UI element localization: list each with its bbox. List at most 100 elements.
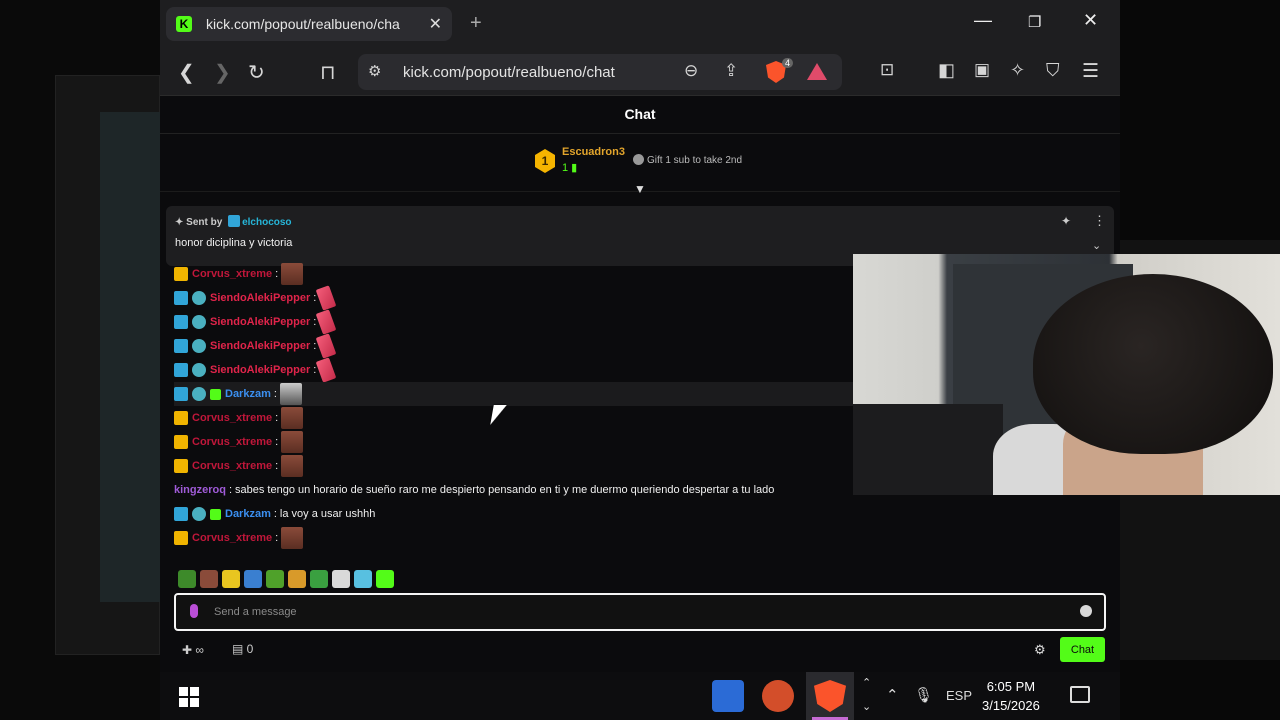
zoom-icon[interactable]: ⊖ (684, 61, 698, 81)
quick-emote-icon[interactable] (310, 570, 328, 588)
mod-badge-icon[interactable] (174, 291, 188, 305)
crown-badge-icon[interactable] (174, 531, 188, 545)
store-indicator[interactable]: ▤ 0 (232, 642, 253, 656)
crown-badge-icon[interactable] (174, 435, 188, 449)
restore-button[interactable]: ❐ (1028, 13, 1041, 31)
reload-icon[interactable]: ↻ (248, 60, 265, 85)
share-icon[interactable]: ⇪ (724, 61, 738, 81)
sub-badge-icon[interactable] (192, 507, 206, 521)
chat-username[interactable]: Corvus_xtreme (192, 436, 272, 448)
site-settings-icon[interactable]: ⚙ (368, 62, 381, 80)
chat-settings-icon[interactable]: ⚙ (1034, 642, 1046, 658)
quick-emote-icon[interactable] (354, 570, 372, 588)
viewers-indicator[interactable]: ✚ ∞ (182, 643, 204, 657)
chat-username[interactable]: SiendoAlekiPepper (210, 340, 310, 352)
back-icon[interactable]: ❮ (178, 60, 195, 85)
message-input[interactable] (214, 602, 1034, 622)
sub-badge-icon[interactable] (192, 291, 206, 305)
expand-pinned-icon[interactable]: ⌄ (1092, 239, 1101, 252)
address-bar[interactable]: ⚙ kick.com/popout/realbueno/chat ⊖ ⇪ 4 (358, 54, 842, 90)
chat-username[interactable]: SiendoAlekiPepper (210, 364, 310, 376)
new-tab-button[interactable]: + (470, 12, 482, 35)
quick-emote-icon[interactable] (288, 570, 306, 588)
chat-message: Corvus_xtreme: (174, 262, 864, 286)
fish-emote-icon[interactable] (315, 309, 337, 335)
dog-emote-icon[interactable] (279, 383, 302, 405)
fish-emote-icon[interactable] (315, 285, 337, 311)
face-emote-icon[interactable] (281, 407, 304, 429)
word-app-icon[interactable] (712, 680, 744, 712)
quick-emote-icon[interactable] (200, 570, 218, 588)
crown-badge-icon[interactable] (174, 459, 188, 473)
face-emote-icon[interactable] (281, 431, 304, 453)
quick-emote-icon[interactable] (222, 570, 240, 588)
fish-emote-icon[interactable] (315, 357, 337, 383)
tab-active[interactable]: K kick.com/popout/realbueno/cha ✕ (166, 7, 452, 41)
chat-username[interactable]: Corvus_xtreme (192, 268, 272, 280)
more-options-icon[interactable]: ⋮ (1093, 213, 1106, 229)
menu-icon[interactable]: ☰ (1082, 60, 1099, 83)
powerpoint-app-icon[interactable] (762, 680, 794, 712)
chat-username[interactable]: Corvus_xtreme (192, 532, 272, 544)
chat-username[interactable]: Corvus_xtreme (192, 412, 272, 424)
gift-badge-icon[interactable] (210, 508, 221, 520)
screenshot-icon[interactable]: ⊡ (880, 60, 894, 80)
face-emote-icon[interactable] (281, 527, 304, 549)
chat-username[interactable]: Darkzam (225, 388, 271, 400)
message-input-box[interactable] (174, 593, 1106, 631)
sub-badge-icon[interactable] (192, 363, 206, 377)
forward-icon[interactable]: ❯ (214, 60, 231, 85)
quick-emote-icon[interactable] (244, 570, 262, 588)
quick-emote-icon[interactable] (376, 570, 394, 588)
crown-badge-icon[interactable] (174, 411, 188, 425)
emoji-picker-icon[interactable] (1080, 605, 1092, 617)
collapse-leaderboard-icon[interactable]: ▼ (634, 182, 646, 196)
quick-emote-icon[interactable] (178, 570, 196, 588)
chat-message: SiendoAlekiPepper: (174, 333, 864, 359)
mod-badge-icon[interactable] (174, 339, 188, 353)
leaderboard-name[interactable]: Escuadron3 (562, 146, 625, 158)
pinned-sender[interactable]: elchocoso (242, 217, 291, 228)
mod-badge-icon[interactable] (174, 387, 188, 401)
quick-emote-icon[interactable] (266, 570, 284, 588)
vpn-icon[interactable]: ⛉ (1046, 60, 1060, 81)
chat-username[interactable]: SiendoAlekiPepper (210, 292, 310, 304)
mod-badge-icon[interactable] (174, 507, 188, 521)
leo-ai-icon[interactable]: ✧ (1010, 60, 1025, 81)
face-emote-icon[interactable] (281, 455, 304, 477)
sub-badge-icon[interactable] (192, 387, 206, 401)
wallet-icon[interactable]: ▣ (974, 60, 990, 80)
gift-badge-icon[interactable] (210, 388, 221, 400)
close-window-button[interactable]: ✕ (1083, 10, 1098, 31)
face-emote-icon[interactable] (281, 263, 304, 285)
mic-icon[interactable] (190, 604, 198, 618)
chat-username[interactable]: SiendoAlekiPepper (210, 316, 310, 328)
tab-close-icon[interactable]: ✕ (429, 14, 442, 34)
windows-start-icon[interactable] (179, 687, 199, 707)
show-hidden-icons[interactable]: ⌃ (886, 686, 899, 704)
send-chat-button[interactable]: Chat (1060, 637, 1105, 662)
quick-emote-icon[interactable] (332, 570, 350, 588)
brave-rewards-icon[interactable] (807, 63, 827, 80)
fish-emote-icon[interactable] (315, 333, 337, 359)
mod-badge-icon[interactable] (174, 315, 188, 329)
bookmark-icon[interactable]: ⊓ (320, 60, 336, 85)
minimize-button[interactable]: — (974, 10, 992, 31)
scroll-up-icon[interactable]: ⌃ (862, 676, 871, 689)
scroll-down-icon[interactable]: ⌄ (862, 700, 871, 713)
chat-username[interactable]: kingzeroq (174, 484, 226, 496)
mod-badge-icon[interactable] (174, 363, 188, 377)
chat-username[interactable]: Darkzam (225, 508, 271, 520)
sidebar-icon[interactable]: ◧ (938, 60, 955, 81)
sub-badge-icon[interactable] (192, 315, 206, 329)
unpin-icon[interactable]: ✦ (1061, 214, 1071, 228)
sub-badge-icon[interactable] (192, 339, 206, 353)
system-clock[interactable]: 6:05 PM 3/15/2026 (982, 677, 1040, 715)
language-indicator[interactable]: ESP (946, 688, 972, 703)
microphone-icon[interactable]: 🎙 (914, 686, 933, 704)
address-url[interactable]: kick.com/popout/realbueno/chat (403, 64, 615, 81)
gift-cta[interactable]: Gift 1 sub to take 2nd (633, 154, 742, 166)
crown-badge-icon[interactable] (174, 267, 188, 281)
chat-username[interactable]: Corvus_xtreme (192, 460, 272, 472)
notification-icon[interactable] (1070, 686, 1090, 703)
